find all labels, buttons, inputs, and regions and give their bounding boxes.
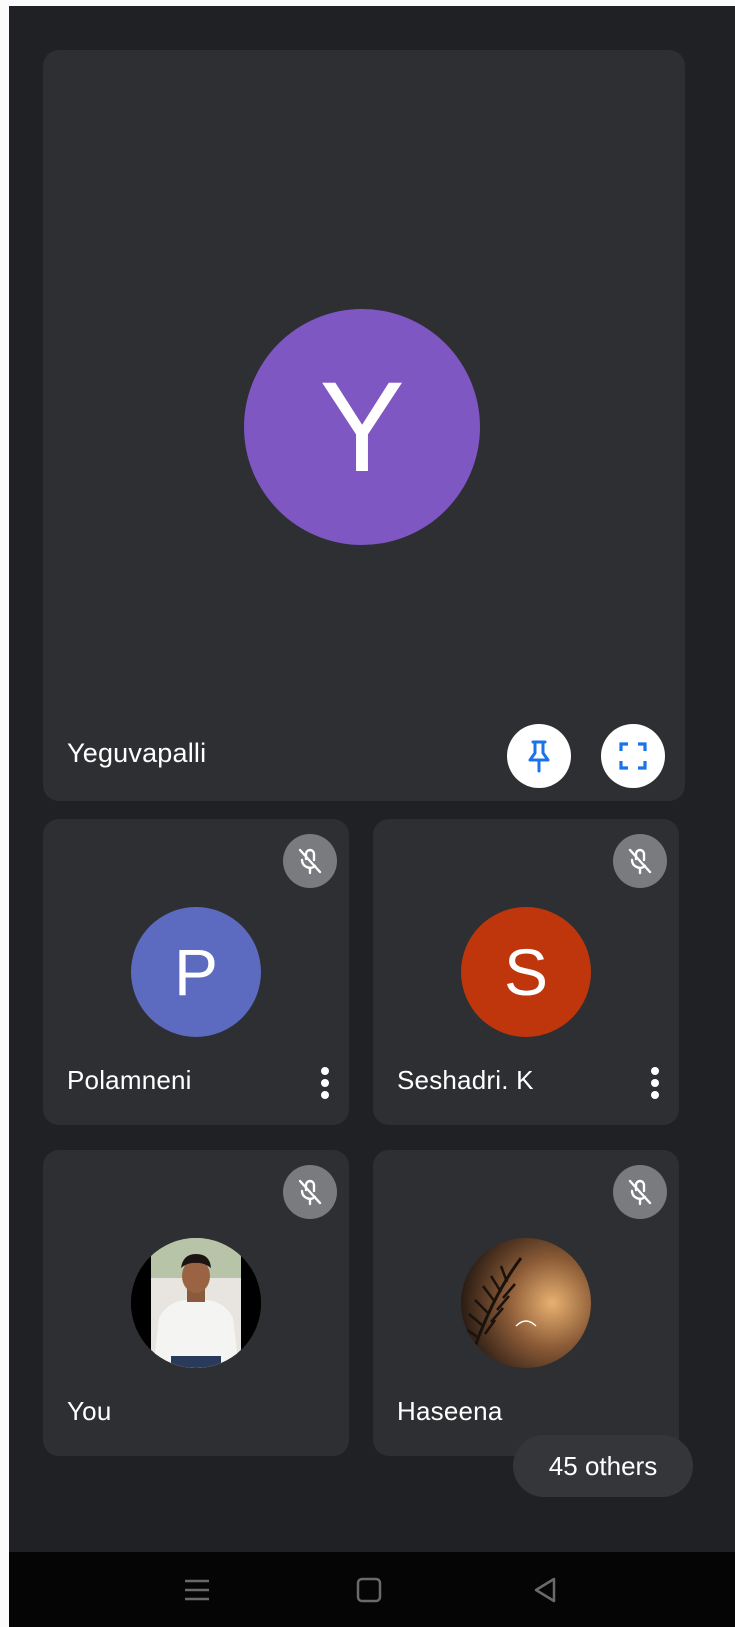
- home-square-icon: [356, 1577, 382, 1603]
- menu-icon: [185, 1579, 209, 1601]
- participant-more-button[interactable]: [313, 1063, 337, 1103]
- main-avatar: Y: [244, 309, 480, 545]
- participant-avatar-photo: [461, 1238, 591, 1368]
- sunset-photo: [461, 1238, 591, 1368]
- participant-name: Haseena: [397, 1396, 503, 1426]
- mic-off-icon: [628, 1179, 652, 1206]
- participant-initial: P: [173, 935, 219, 1009]
- participant-tile-self[interactable]: You: [43, 1150, 349, 1456]
- mic-muted-badge: [613, 834, 667, 888]
- more-vert-icon: [321, 1067, 329, 1099]
- participant-avatar: P: [131, 907, 261, 1037]
- participant-avatar: S: [461, 907, 591, 1037]
- main-participant-name: Yeguvapalli: [67, 738, 207, 768]
- mic-muted-badge: [613, 1165, 667, 1219]
- fullscreen-button[interactable]: [601, 724, 665, 788]
- more-vert-icon: [651, 1067, 659, 1099]
- participant-initial: S: [503, 935, 549, 1009]
- back-button[interactable]: [525, 1570, 565, 1610]
- participant-tile[interactable]: P Polamneni: [43, 819, 349, 1125]
- others-button[interactable]: 45 others: [513, 1435, 693, 1497]
- mic-off-icon: [298, 1179, 322, 1206]
- participant-name: You: [67, 1396, 112, 1426]
- participant-more-button[interactable]: [643, 1063, 667, 1103]
- back-triangle-icon: [534, 1577, 556, 1603]
- pin-icon: [528, 740, 550, 773]
- mic-muted-badge: [283, 1165, 337, 1219]
- participant-name: Polamneni: [67, 1065, 192, 1095]
- mic-muted-badge: [283, 834, 337, 888]
- system-nav-bar: [9, 1552, 735, 1627]
- participant-name: Seshadri. K: [397, 1065, 534, 1095]
- meet-screen: Y Yeguvapalli P Polamneni S Seshadri. K …: [9, 6, 735, 1627]
- person-photo: [131, 1238, 261, 1368]
- main-participant-tile[interactable]: Y Yeguvapalli: [43, 50, 685, 801]
- fullscreen-icon: [619, 742, 647, 770]
- mic-off-icon: [628, 848, 652, 875]
- mic-off-icon: [298, 848, 322, 875]
- participant-tile[interactable]: S Seshadri. K: [373, 819, 679, 1125]
- self-avatar-photo: [131, 1238, 261, 1368]
- main-avatar-initial: Y: [319, 355, 405, 499]
- participant-tile[interactable]: Haseena: [373, 1150, 679, 1456]
- pin-button[interactable]: [507, 724, 571, 788]
- recents-button[interactable]: [177, 1570, 217, 1610]
- home-button[interactable]: [349, 1570, 389, 1610]
